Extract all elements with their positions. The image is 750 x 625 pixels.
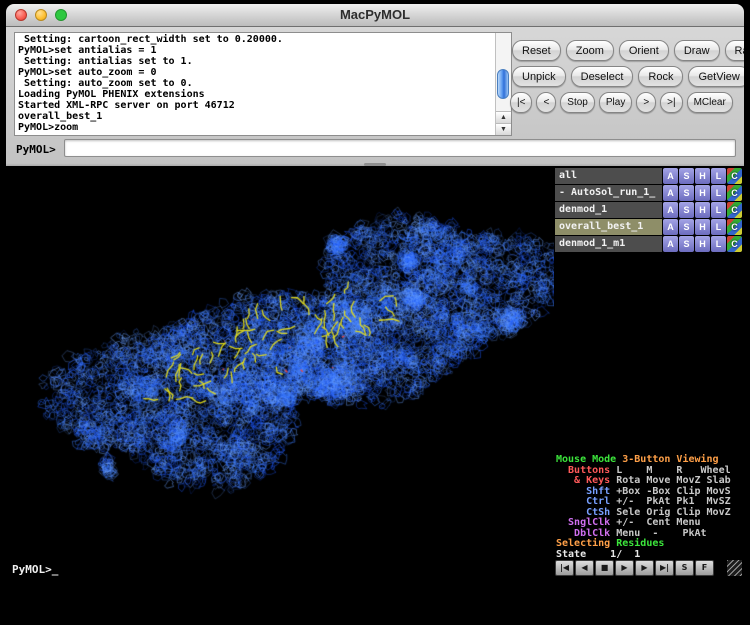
macpymol-window: MacPyMOL Setting: cartoon_rect_width set…: [6, 4, 744, 612]
close-button[interactable]: [15, 9, 27, 21]
console-output: Setting: cartoon_rect_width set to 0.200…: [15, 33, 511, 134]
play-button[interactable]: Play: [599, 92, 632, 113]
object-label[interactable]: - AutoSol_run_1_: [555, 185, 662, 201]
object-label[interactable]: denmod_1: [555, 202, 662, 218]
object-l-button[interactable]: L: [711, 168, 726, 184]
object-row-denmod-1-m1: denmod_1_m1ASHLC: [555, 236, 742, 252]
object-s-button[interactable]: S: [679, 168, 694, 184]
movie-controls: |◀◀■▶▶▶|SF: [555, 560, 724, 576]
object-l-button[interactable]: L: [711, 236, 726, 252]
ray-button[interactable]: Ray: [725, 40, 744, 61]
object-c-button[interactable]: C: [727, 168, 742, 184]
object-s-button[interactable]: S: [679, 219, 694, 235]
movie-stop-button[interactable]: ■: [595, 560, 614, 576]
traffic-lights: [15, 9, 67, 21]
movie-f-button[interactable]: F: [695, 560, 714, 576]
object-a-button[interactable]: A: [663, 168, 678, 184]
object-a-button[interactable]: A: [663, 236, 678, 252]
object-c-button[interactable]: C: [727, 236, 742, 252]
movie-first-button[interactable]: |<: [510, 92, 532, 113]
object-h-button[interactable]: H: [695, 168, 710, 184]
object-label[interactable]: overall_best_1: [555, 219, 662, 235]
mouse-help-line: State 1/ 1: [556, 550, 744, 561]
movie-end-button[interactable]: ▶|: [655, 560, 674, 576]
deselect-button[interactable]: Deselect: [571, 66, 634, 87]
scroll-up-button[interactable]: ▲: [496, 111, 511, 123]
toolbar-row-2: UnpickDeselectRockGetView: [512, 66, 744, 87]
movie-prev-button[interactable]: <: [536, 92, 556, 113]
object-l-button[interactable]: L: [711, 219, 726, 235]
object-row-autosol-run-1: - AutoSol_run_1_ASHLC: [555, 185, 742, 201]
viewport-prompt: PyMOL>_: [12, 563, 58, 576]
scrollbar-thumb[interactable]: [497, 69, 509, 99]
object-row-denmod-1: denmod_1ASHLC: [555, 202, 742, 218]
object-label[interactable]: denmod_1_m1: [555, 236, 662, 252]
toolbar-row-1: ResetZoomOrientDraw Ray: [512, 40, 744, 61]
toolbar-row-3: |<<StopPlay>>|MClear: [510, 92, 733, 113]
movie-play-button[interactable]: ▶: [615, 560, 634, 576]
title-bar[interactable]: MacPyMOL: [6, 4, 744, 27]
rock-button[interactable]: Rock: [638, 66, 683, 87]
object-h-button[interactable]: H: [695, 202, 710, 218]
scroll-down-button[interactable]: ▼: [496, 123, 511, 135]
mouse-help-panel: Mouse Mode 3-Button Viewing Buttons L M …: [556, 455, 744, 560]
console-box[interactable]: Setting: cartoon_rect_width set to 0.200…: [14, 32, 512, 136]
zoom-button-toolbar[interactable]: Zoom: [566, 40, 614, 61]
movie-next-button[interactable]: >: [636, 92, 656, 113]
orient-button[interactable]: Orient: [619, 40, 669, 61]
object-c-button[interactable]: C: [727, 185, 742, 201]
object-h-button[interactable]: H: [695, 185, 710, 201]
movie-s-button[interactable]: S: [675, 560, 694, 576]
movie-step-back-button[interactable]: ◀: [575, 560, 594, 576]
movie-step-forward-button[interactable]: ▶: [635, 560, 654, 576]
object-row-all: allASHLC: [555, 168, 742, 184]
mclear-button[interactable]: MClear: [687, 92, 733, 113]
movie-rewind-button[interactable]: |◀: [555, 560, 574, 576]
object-row-overall-best-1: overall_best_1ASHLC: [555, 219, 742, 235]
movie-last-button[interactable]: >|: [660, 92, 682, 113]
object-h-button[interactable]: H: [695, 236, 710, 252]
reset-button[interactable]: Reset: [512, 40, 561, 61]
window-title: MacPyMOL: [6, 4, 744, 26]
resize-grip[interactable]: [727, 560, 742, 576]
getview-button[interactable]: GetView: [688, 66, 744, 87]
prompt-label: PyMOL>: [16, 140, 56, 160]
object-panel: allASHLC- AutoSol_run_1_ASHLCdenmod_1ASH…: [555, 168, 742, 253]
object-label[interactable]: all: [555, 168, 662, 184]
object-s-button[interactable]: S: [679, 236, 694, 252]
object-a-button[interactable]: A: [663, 185, 678, 201]
zoom-window-button[interactable]: [55, 9, 67, 21]
object-l-button[interactable]: L: [711, 202, 726, 218]
viewport-canvas[interactable]: [6, 166, 554, 612]
unpick-button[interactable]: Unpick: [512, 66, 566, 87]
object-h-button[interactable]: H: [695, 219, 710, 235]
draw-button[interactable]: Draw: [674, 40, 720, 61]
object-l-button[interactable]: L: [711, 185, 726, 201]
object-c-button[interactable]: C: [727, 202, 742, 218]
viewport-pane: allASHLC- AutoSol_run_1_ASHLCdenmod_1ASH…: [6, 166, 744, 612]
object-c-button[interactable]: C: [727, 219, 742, 235]
object-s-button[interactable]: S: [679, 185, 694, 201]
object-s-button[interactable]: S: [679, 202, 694, 218]
console-scrollbar[interactable]: ▲ ▼: [495, 33, 511, 135]
stop-button[interactable]: Stop: [560, 92, 595, 113]
object-a-button[interactable]: A: [663, 219, 678, 235]
upper-pane: Setting: cartoon_rect_width set to 0.200…: [6, 27, 744, 163]
object-a-button[interactable]: A: [663, 202, 678, 218]
minimize-button[interactable]: [35, 9, 47, 21]
command-input[interactable]: [64, 139, 736, 157]
scrollbar-arrows: ▲ ▼: [496, 111, 511, 135]
